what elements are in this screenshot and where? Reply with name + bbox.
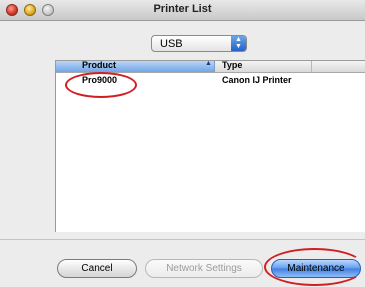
port-dropdown-value: USB bbox=[160, 38, 183, 50]
divider bbox=[0, 239, 365, 240]
port-dropdown[interactable]: USB ▲ ▼ bbox=[151, 35, 247, 52]
column-header-type[interactable]: Type bbox=[222, 60, 242, 70]
printer-list-window: Printer List USB ▲ ▼ Product ▲ Type Pro90… bbox=[0, 0, 365, 287]
cell-type: Canon IJ Printer bbox=[222, 75, 292, 85]
network-settings-button[interactable]: Network Settings bbox=[145, 259, 263, 278]
title-bar[interactable]: Printer List bbox=[0, 0, 365, 21]
sort-ascending-icon: ▲ bbox=[205, 60, 212, 67]
maintenance-button[interactable]: Maintenance bbox=[271, 259, 361, 278]
cancel-button[interactable]: Cancel bbox=[57, 259, 137, 278]
column-header-product[interactable]: Product ▲ bbox=[56, 60, 215, 72]
printer-list[interactable]: Product ▲ Type Pro9000 Canon IJ Printer bbox=[55, 60, 365, 232]
window-title: Printer List bbox=[153, 3, 212, 15]
column-divider bbox=[311, 61, 312, 72]
cell-product: Pro9000 bbox=[82, 75, 118, 85]
list-row[interactable]: Pro9000 Canon IJ Printer bbox=[56, 75, 365, 87]
list-header: Product ▲ Type bbox=[56, 60, 365, 73]
column-header-product-label: Product bbox=[82, 60, 117, 70]
updown-arrows-icon: ▲ ▼ bbox=[231, 36, 246, 51]
